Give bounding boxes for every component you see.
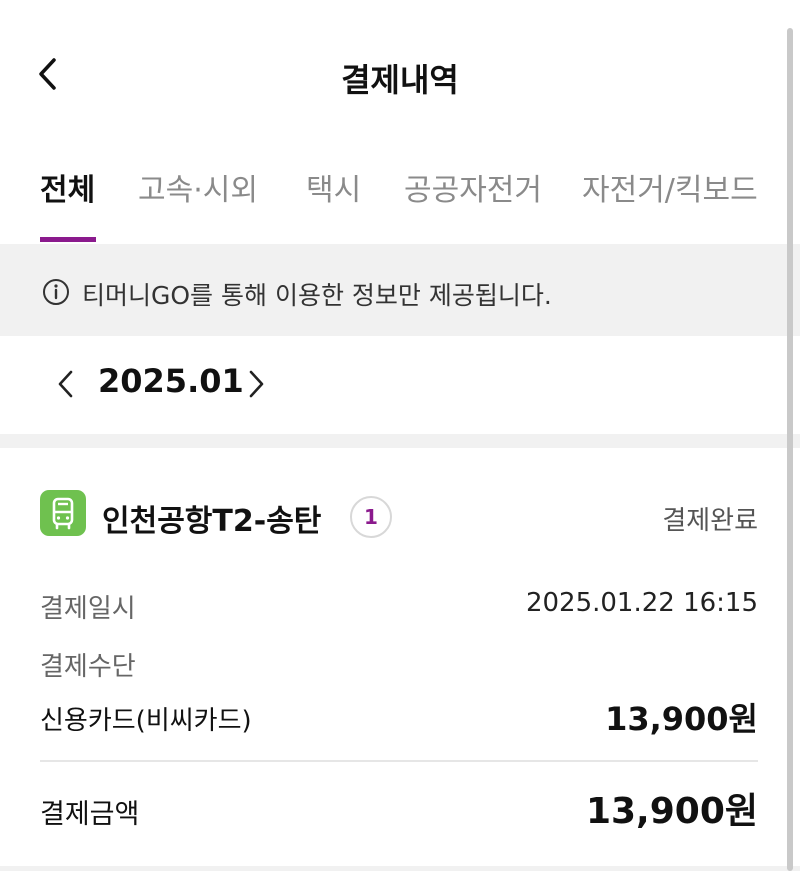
- route-name: 인천공항T2-송탄: [102, 504, 322, 539]
- card-divider: [40, 760, 758, 762]
- info-icon: [43, 279, 69, 305]
- tab-all[interactable]: 전체: [40, 165, 95, 209]
- header: 결제내역: [0, 0, 800, 150]
- month-label: 2025.01: [98, 362, 244, 400]
- ticket-count-badge: 1: [350, 496, 392, 538]
- payment-status: 결제완료: [662, 506, 758, 536]
- page-title: 결제내역: [341, 61, 459, 99]
- payment-date-value: 2025.01.22 16:15: [525, 588, 758, 618]
- payment-method-name: 신용카드(비씨카드): [40, 706, 252, 736]
- tab-public-bike[interactable]: 공공자전거: [404, 165, 542, 209]
- section-divider: [0, 434, 800, 448]
- tab-bike-kickboard[interactable]: 자전거/킥보드: [582, 165, 758, 209]
- previous-month-button[interactable]: [54, 368, 78, 400]
- route-type-badge: [40, 490, 86, 536]
- next-month-button[interactable]: [244, 368, 268, 400]
- tab-express-intercity[interactable]: 고속·시외: [138, 165, 258, 209]
- payment-history-screen: 결제내역 전체 고속·시외 택시 공공자전거 자전거/킥보드 티머니GO를 통해…: [0, 0, 800, 871]
- info-banner-text: 티머니GO를 통해 이용한 정보만 제공됩니다.: [82, 281, 552, 310]
- tab-bar: 전체 고속·시외 택시 공공자전거 자전거/킥보드: [0, 165, 790, 243]
- bus-icon: [52, 497, 74, 530]
- tab-taxi[interactable]: 택시: [306, 165, 361, 209]
- payment-method-amount: 13,900원: [605, 700, 758, 738]
- payment-method-label: 결제수단: [40, 652, 136, 682]
- payment-date-label: 결제일시: [40, 594, 136, 624]
- total-amount-value: 13,900원: [585, 791, 758, 832]
- bottom-divider: [0, 866, 800, 871]
- scrollbar[interactable]: [787, 28, 793, 871]
- active-tab-indicator: [40, 237, 96, 242]
- total-amount-label: 결제금액: [40, 799, 140, 830]
